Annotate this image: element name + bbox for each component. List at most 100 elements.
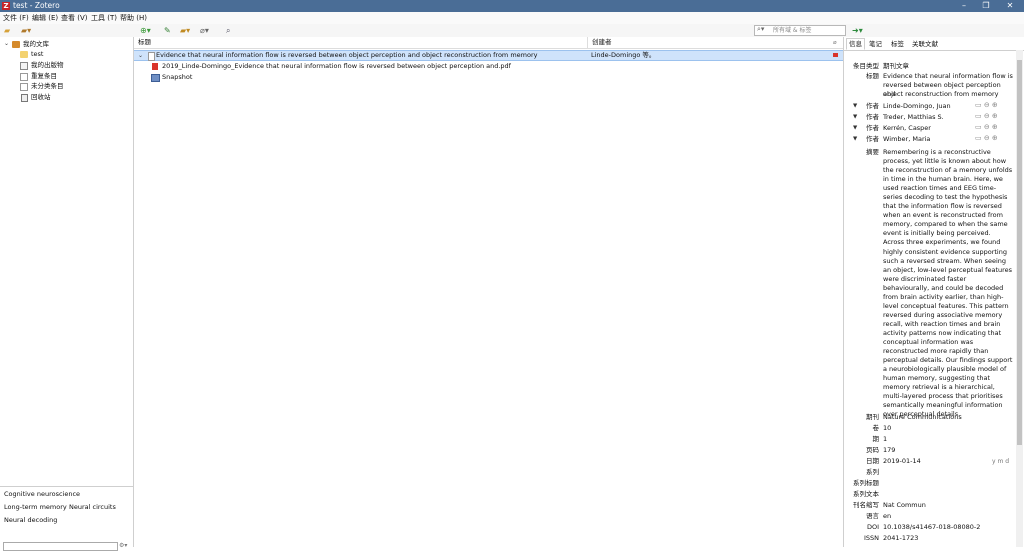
creator-add-remove-icons[interactable]: ▭ ⊖ ⊕ (975, 134, 998, 142)
tag-item[interactable]: Neural circuits (69, 503, 116, 511)
item-tabs: 信息 笔记 标签 关联文献 (844, 38, 1024, 51)
folder-icon (20, 50, 28, 58)
attachment-title: 2019_Linde-Domingo_Evidence that neural … (162, 62, 511, 70)
tab-related[interactable]: 关联文献 (910, 39, 940, 49)
item-pane-scrollbar[interactable] (1016, 50, 1023, 547)
trash-icon (21, 93, 28, 102)
creator-label[interactable]: 作者 (844, 102, 879, 111)
search-placeholder: 所有域 & 标签 (773, 27, 812, 34)
duplicates-icon (20, 72, 28, 81)
creator-label[interactable]: 作者 (844, 113, 879, 122)
field-label: 期 (872, 435, 880, 443)
title-bar: Z test - Zotero – ❐ ✕ (0, 0, 1024, 12)
new-item-icon[interactable]: ⊕▾ (140, 26, 151, 35)
menu-file[interactable]: 文件 (F) (3, 13, 29, 23)
field-label: 日期 (866, 457, 879, 465)
field-label: 刊名缩写 (853, 501, 879, 509)
add-by-identifier-icon[interactable]: ✎ (164, 26, 171, 35)
title-line[interactable]: object reconstruction from memory (883, 90, 1013, 99)
zotero-logo-icon: Z (2, 2, 10, 10)
field-value[interactable]: Nat Commun (883, 501, 1013, 510)
collection-label: test (31, 50, 44, 58)
my-publications[interactable]: 我的出版物 (0, 60, 133, 70)
pdf-icon (152, 62, 158, 70)
field-value[interactable]: 10.1038/s41467-018-08080-2 (883, 523, 1013, 532)
tag-item[interactable]: Neural decoding (4, 516, 57, 524)
collapse-icon[interactable]: ⌄ (4, 39, 9, 49)
title-line[interactable]: Evidence that neural information flow is (883, 72, 1013, 81)
library-root-label: 我的文库 (23, 40, 49, 48)
attachment-title: Snapshot (162, 73, 193, 81)
item-row[interactable]: ⌄ Evidence that neural information flow … (134, 50, 843, 61)
creator-label[interactable]: 作者 (844, 124, 879, 133)
field-value[interactable]: 1 (883, 435, 1013, 444)
field-value[interactable]: Nature Communications (883, 413, 1013, 422)
date-format-hint: y m d (992, 458, 1010, 465)
creator-add-remove-icons[interactable]: ▭ ⊖ ⊕ (975, 123, 998, 131)
toolbar: ▰ ▰▾ ⊕▾ ✎ ▰▾ ⌀▾ ⌕ ➜▾ (0, 24, 1024, 38)
abstract-text[interactable]: Remembering is a reconstructive process,… (883, 148, 1013, 419)
scrollbar-thumb[interactable] (1017, 60, 1022, 445)
tab-info[interactable]: 信息 (846, 38, 865, 50)
item-type-label: 条目类型 (853, 62, 879, 70)
field-value[interactable]: 2041-1723 (883, 534, 1013, 543)
creator-add-remove-icons[interactable]: ▭ ⊖ ⊕ (975, 101, 998, 109)
items-column-header: 标题 创建者 ⌀ (134, 37, 843, 49)
field-label: 卷 (872, 424, 880, 432)
unfiled-icon (20, 82, 28, 91)
tab-notes[interactable]: 笔记 (867, 39, 884, 49)
minimize-icon[interactable]: – (956, 0, 972, 12)
search-icon: ⌕▾ (757, 25, 765, 33)
trash[interactable]: 回收站 (0, 92, 133, 102)
collection-label: 重复条目 (31, 72, 57, 80)
field-label: 系列 (866, 468, 879, 476)
attachment-column-icon[interactable]: ⌀ (833, 37, 837, 48)
maximize-icon[interactable]: ❐ (978, 0, 994, 12)
item-type-value[interactable]: 期刊文章 (883, 62, 1013, 71)
expand-icon[interactable]: ⌄ (138, 51, 143, 60)
field-label: ISSN (863, 534, 879, 542)
library-icon (12, 40, 20, 48)
field-value[interactable]: 10 (883, 424, 1013, 433)
tag-item[interactable]: Long-term memory (4, 503, 67, 511)
locate-icon[interactable]: ➜▾ (852, 26, 863, 35)
pdf-attachment-icon[interactable] (833, 53, 838, 57)
item-creator: Linde-Domingo 等。 (591, 51, 656, 59)
tab-tags[interactable]: 标签 (889, 39, 906, 49)
menu-help[interactable]: 帮助 (H) (120, 13, 147, 23)
column-separator[interactable] (587, 37, 588, 48)
new-note-icon[interactable]: ▰▾ (180, 26, 190, 35)
library-root[interactable]: ⌄ 我的文库 (0, 39, 133, 49)
new-library-icon[interactable]: ▰▾ (21, 26, 31, 35)
tag-selector: Cognitive neuroscience Long-term memory … (0, 486, 133, 551)
menu-view[interactable]: 查看 (V) (61, 13, 87, 23)
field-value[interactable]: en (883, 512, 1013, 521)
column-title[interactable]: 标题 (138, 37, 151, 48)
window-title: test - Zotero (13, 1, 60, 10)
search-input[interactable]: ⌕▾ 所有域 & 标签 (754, 25, 846, 36)
advanced-search-icon[interactable]: ⌕ (226, 26, 230, 35)
menu-edit[interactable]: 编辑 (E) (32, 13, 58, 23)
collection-test[interactable]: test (0, 49, 133, 59)
new-collection-icon[interactable]: ▰ (4, 26, 10, 35)
field-label: DOI (866, 523, 879, 531)
item-title: Evidence that neural information flow is… (156, 51, 538, 59)
creator-label[interactable]: 作者 (844, 135, 879, 144)
unfiled-items[interactable]: 未分类条目 (0, 81, 133, 91)
tag-item[interactable]: Cognitive neuroscience (4, 490, 80, 498)
duplicate-items[interactable]: 重复条目 (0, 71, 133, 81)
journal-article-icon (148, 52, 155, 61)
field-label: 页码 (866, 446, 879, 454)
field-value[interactable]: 179 (883, 446, 1013, 455)
title-label: 标题 (866, 72, 879, 80)
close-icon[interactable]: ✕ (1002, 0, 1018, 12)
menu-tools[interactable]: 工具 (T) (91, 13, 117, 23)
attachment-icon[interactable]: ⌀▾ (200, 26, 209, 35)
collections-pane: ⌄ 我的文库 test 我的出版物 重复条目 未分类条目 回收站 (0, 37, 134, 547)
attachment-row[interactable]: Snapshot (134, 72, 843, 82)
tag-actions-icon[interactable]: ⚙▾ (119, 542, 127, 549)
publications-icon (20, 61, 28, 70)
column-creator[interactable]: 创建者 (592, 37, 612, 48)
creator-add-remove-icons[interactable]: ▭ ⊖ ⊕ (975, 112, 998, 120)
attachment-row[interactable]: 2019_Linde-Domingo_Evidence that neural … (134, 61, 843, 71)
